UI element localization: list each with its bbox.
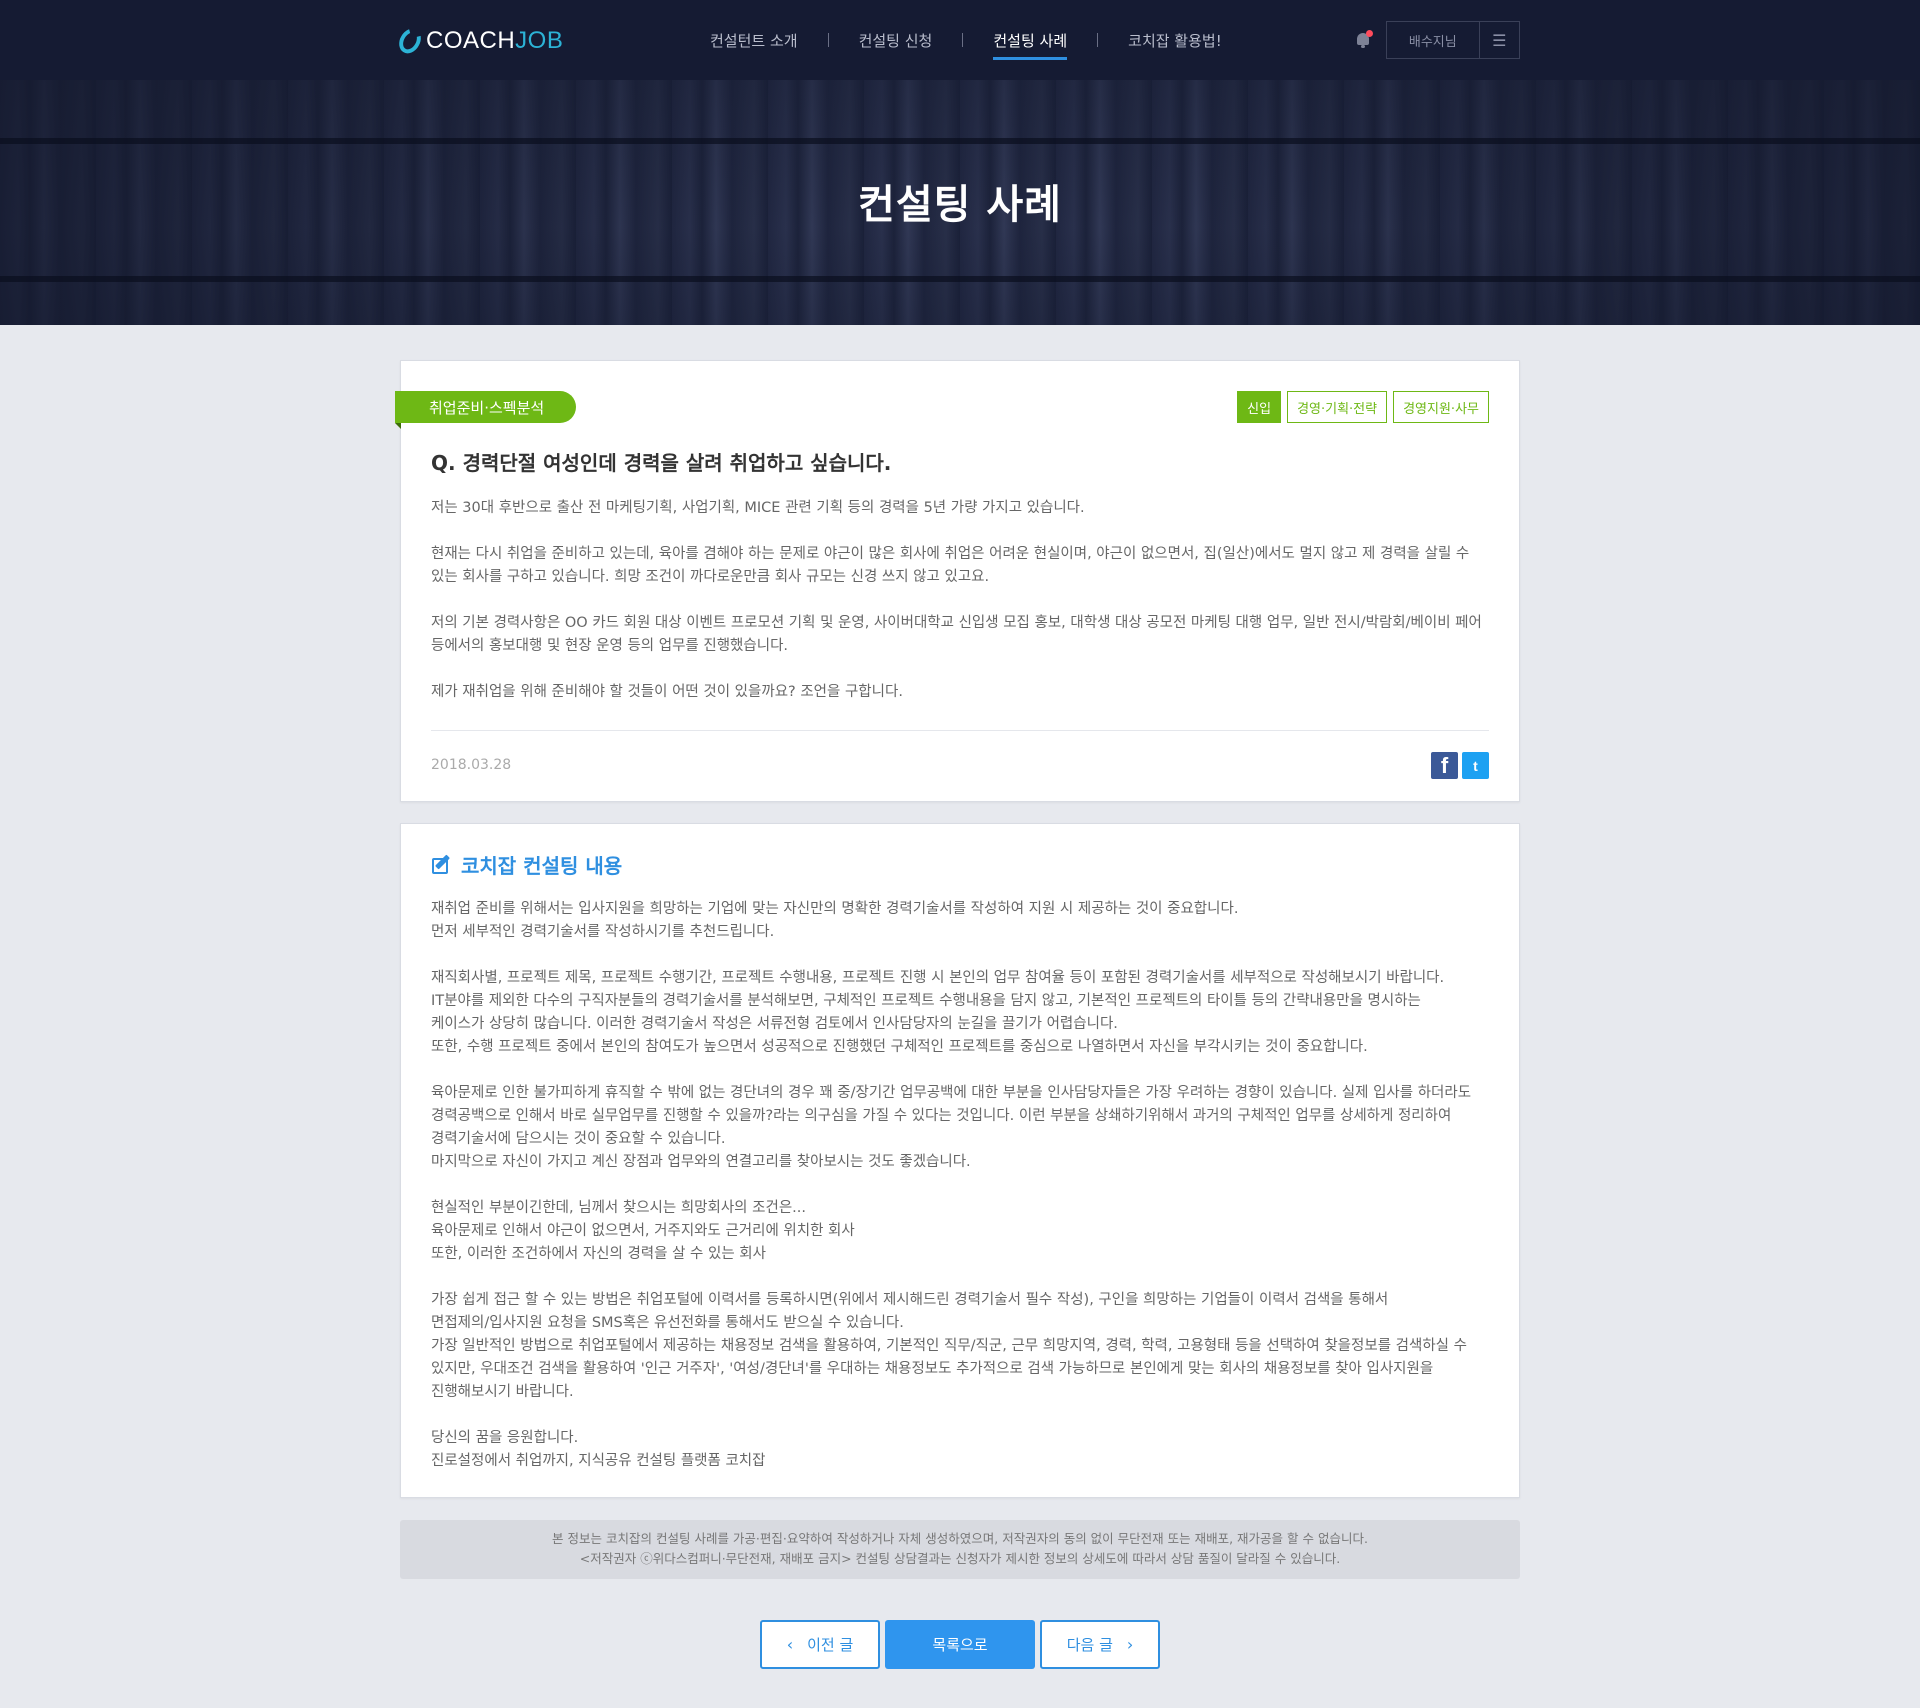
top-navigation-bar: COACHJOB 컨설턴트 소개 컨설팅 신청 컨설팅 사례 코치잡 활용법! … — [0, 0, 1920, 80]
paragraph: 저의 기본 경력사항은 OO 카드 회원 대상 이벤트 프로모션 기획 및 운영… — [431, 612, 1491, 658]
hamburger-menu-icon[interactable]: ☰ — [1480, 22, 1519, 58]
logo-drop-icon — [394, 24, 426, 58]
category-ribbon: 취업준비·스펙분석 — [395, 391, 577, 429]
question-title: Q. 경력단절 여성인데 경력을 살려 취업하고 싶습니다. — [431, 451, 892, 475]
paragraph-line: 현실적인 부분이긴한데, 님께서 찾으시는 희망회사의 조건은... — [431, 1200, 806, 1216]
bell-icon[interactable] — [1354, 30, 1373, 50]
answer-body: 재취업 준비를 위해서는 입사지원을 희망하는 기업에 맞는 자신만의 명확한 … — [431, 898, 1491, 1473]
notice-line: <저작권자 ⓒ위다스컴퍼니·무단전재, 재배포 금지> 컨설팅 상담결과는 신청… — [579, 1551, 1341, 1566]
paragraph-line: 경력기술서에 담으시는 것이 중요할 수 있습니다. — [431, 1131, 726, 1147]
next-post-button[interactable]: 다음 글 › — [1040, 1620, 1160, 1669]
paragraph-line: 마지막으로 자신이 가지고 계신 장점과 업무와의 연결고리를 찾아보시는 것도… — [431, 1154, 971, 1170]
paragraph-line: 또한, 수행 프로젝트 중에서 본인의 참여도가 높으면서 성공적으로 진행했던… — [431, 1039, 1368, 1055]
question-card: 취업준비·스펙분석 신입 경영·기획·전략 경영지원·사무 Q. 경력단절 여성… — [395, 360, 1520, 802]
tag-management-planning[interactable]: 경영·기획·전략 — [1287, 391, 1388, 423]
post-date: 2018.03.28 — [431, 757, 512, 773]
next-post-label: 다음 글 — [1066, 1636, 1113, 1654]
copyright-notice: 본 정보는 코치잡의 컨설팅 사례를 가공·편집·요약하여 작성하거나 자체 생… — [400, 1520, 1520, 1579]
chevron-left-icon: ‹ — [786, 1635, 794, 1654]
paragraph-line: 경력공백으로 인해서 바로 실무업무를 진행할 수 있을까?라는 의구심을 가질… — [431, 1108, 1452, 1124]
paragraph-line: 현재는 다시 취업을 준비하고 있는데, 육아를 겸해야 하는 문제로 야근이 … — [431, 546, 1470, 562]
paragraph: 현실적인 부분이긴한데, 님께서 찾으시는 희망회사의 조건은... 육아문제로 … — [431, 1197, 1491, 1266]
paragraph-line: 재직회사별, 프로젝트 제목, 프로젝트 수행기간, 프로젝트 수행내용, 프로… — [431, 970, 1445, 986]
paragraph-line: 육아문제로 인한 불가피하게 휴직할 수 밖에 없는 경단녀의 경우 꽤 중/장… — [431, 1085, 1472, 1101]
hero-banner: 컨설팅 사례 — [0, 80, 1920, 325]
nav-how-to-use[interactable]: 코치잡 활용법! — [1098, 0, 1252, 80]
facebook-icon[interactable]: f — [1431, 752, 1458, 779]
user-name-button[interactable]: 배수지님 — [1387, 22, 1480, 58]
paragraph-line: 당신의 꿈을 응원합니다. — [431, 1430, 579, 1446]
paragraph-line: 진로설정에서 취업까지, 지식공유 컨설팅 플랫폼 코치잡 — [431, 1453, 766, 1469]
logo-text: COACHJOB — [426, 27, 564, 54]
tag-list: 신입 경영·기획·전략 경영지원·사무 — [1237, 391, 1489, 423]
answer-title: 코치잡 컨설팅 내용 — [461, 854, 623, 878]
back-to-list-button[interactable]: 목록으로 — [885, 1620, 1035, 1669]
paragraph-line: 케이스가 상당히 많습니다. 이러한 경력기술서 작성은 서류전형 검토에서 인… — [431, 1016, 1118, 1032]
paragraph-line: 또한, 이러한 조건하에서 자신의 경력을 살 수 있는 회사 — [431, 1246, 766, 1262]
paragraph: 육아문제로 인한 불가피하게 휴직할 수 밖에 없는 경단녀의 경우 꽤 중/장… — [431, 1082, 1491, 1174]
paragraph: 가장 쉽게 접근 할 수 있는 방법은 취업포털에 이력서를 등록하시면(위에서… — [431, 1289, 1491, 1404]
paragraph-line: 있지만, 우대조건 검색을 활용하여 '인근 거주자', '여성/경단녀'를 우… — [431, 1361, 1434, 1377]
paragraph: 당신의 꿈을 응원합니다. 진로설정에서 취업까지, 지식공유 컨설팅 플랫폼 코… — [431, 1427, 1491, 1473]
paragraph: 재취업 준비를 위해서는 입사지원을 희망하는 기업에 맞는 자신만의 명확한 … — [431, 898, 1491, 944]
paragraph-line: 면접제의/입사지원 요청을 SMS혹은 유선전화를 통해서도 받으실 수 있습니… — [431, 1315, 904, 1331]
shelf-line — [0, 276, 1920, 282]
paragraph-line: 저는 30대 후반으로 출산 전 마케팅기획, 사업기획, MICE 관련 기획… — [431, 500, 1085, 516]
back-to-list-label: 목록으로 — [932, 1636, 988, 1654]
paragraph-line: 저의 기본 경력사항은 OO 카드 회원 대상 이벤트 프로모션 기획 및 운영… — [431, 615, 1482, 631]
answer-card: 코치잡 컨설팅 내용 재취업 준비를 위해서는 입사지원을 희망하는 기업에 맞… — [400, 823, 1520, 1498]
notice-line: 본 정보는 코치잡의 컨설팅 사례를 가공·편집·요약하여 작성하거나 자체 생… — [552, 1531, 1368, 1546]
paragraph-line: 있는 회사를 구하고 있습니다. 희망 조건이 까다로운만큼 회사 규모는 신경… — [431, 569, 990, 585]
nav-consulting-cases[interactable]: 컨설팅 사례 — [963, 0, 1097, 80]
nav-apply-consulting[interactable]: 컨설팅 신청 — [829, 0, 963, 80]
paragraph-line: 육아문제로 인해서 야근이 없으면서, 거주지와도 근거리에 위치한 회사 — [431, 1223, 855, 1239]
nav-consultants[interactable]: 컨설턴트 소개 — [680, 0, 828, 80]
paragraph-line: IT분야를 제외한 다수의 구직자분들의 경력기술서를 분석해보면, 구체적인 … — [431, 993, 1421, 1009]
paragraph-line: 등에서의 홍보대행 및 현장 운영 등의 업무를 진행했습니다. — [431, 638, 789, 654]
main-nav: 컨설턴트 소개 컨설팅 신청 컨설팅 사례 코치잡 활용법! — [680, 0, 1252, 80]
paragraph-line: 가장 일반적인 방법으로 취업포털에서 제공하는 채용정보 검색을 활용하여, … — [431, 1338, 1467, 1354]
prev-post-label: 이전 글 — [807, 1636, 854, 1654]
bell-clapper — [1361, 45, 1365, 48]
tag-new-grad[interactable]: 신입 — [1237, 391, 1282, 423]
paragraph: 현재는 다시 취업을 준비하고 있는데, 육아를 겸해야 하는 문제로 야근이 … — [431, 543, 1491, 589]
paragraph-line: 제가 재취업을 위해 준비해야 할 것들이 어떤 것이 있을까요? 조언을 구합… — [431, 684, 903, 700]
card-divider — [431, 730, 1489, 731]
answer-heading: 코치잡 컨설팅 내용 — [431, 850, 622, 879]
edit-icon — [431, 854, 453, 876]
chevron-right-icon: › — [1126, 1635, 1134, 1654]
paragraph-line: 진행해보시기 바랍니다. — [431, 1384, 574, 1400]
tag-management-support[interactable]: 경영지원·사무 — [1393, 391, 1489, 423]
paragraph: 제가 재취업을 위해 준비해야 할 것들이 어떤 것이 있을까요? 조언을 구합… — [431, 681, 1491, 704]
paragraph-line: 가장 쉽게 접근 할 수 있는 방법은 취업포털에 이력서를 등록하시면(위에서… — [431, 1292, 1389, 1308]
page-title: 컨설팅 사례 — [858, 182, 1062, 228]
paragraph-line: 재취업 준비를 위해서는 입사지원을 희망하는 기업에 맞는 자신만의 명확한 … — [431, 901, 1239, 917]
coachjob-logo[interactable]: COACHJOB — [394, 24, 564, 58]
user-menu: 배수지님 ☰ — [1386, 21, 1520, 59]
paragraph: 재직회사별, 프로젝트 제목, 프로젝트 수행기간, 프로젝트 수행내용, 프로… — [431, 967, 1491, 1059]
prev-post-button[interactable]: ‹ 이전 글 — [760, 1620, 880, 1669]
twitter-icon[interactable]: t — [1462, 752, 1489, 779]
question-body: 저는 30대 후반으로 출산 전 마케팅기획, 사업기획, MICE 관련 기획… — [431, 497, 1491, 704]
share-buttons: f t — [1431, 752, 1489, 779]
notification-dot — [1366, 30, 1373, 37]
paragraph: 저는 30대 후반으로 출산 전 마케팅기획, 사업기획, MICE 관련 기획… — [431, 497, 1491, 520]
shelf-line — [0, 138, 1920, 144]
paragraph-line: 먼저 세부적인 경력기술서를 작성하시기를 추천드립니다. — [431, 924, 775, 940]
